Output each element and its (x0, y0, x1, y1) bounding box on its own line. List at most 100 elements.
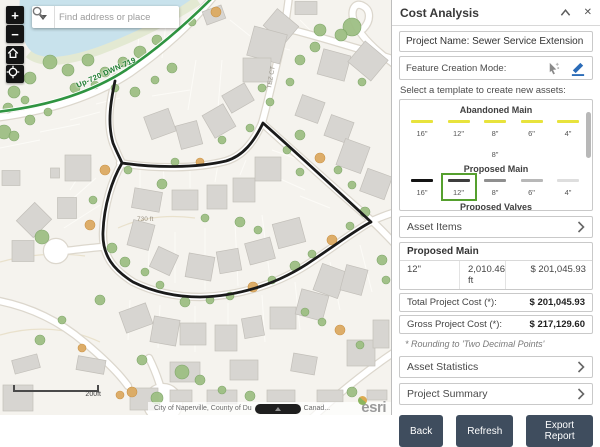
template-item[interactable]: 8" (481, 139, 509, 159)
asset-size: 12" (400, 261, 460, 289)
tree (218, 386, 226, 394)
panel-header: Cost Analysis ✕ (392, 0, 600, 26)
feature-mode-label: Feature Creation Mode: (406, 63, 506, 74)
tree (335, 29, 347, 41)
house-footprint (270, 307, 296, 329)
results-group-header: Proposed Main (400, 243, 592, 261)
tree (9, 131, 19, 141)
house-footprint (215, 325, 237, 351)
tree (24, 72, 36, 84)
house-footprint (340, 265, 368, 296)
house-footprint (180, 323, 206, 345)
tree (116, 391, 124, 399)
house-footprint (216, 248, 241, 273)
template-swatch (448, 120, 470, 123)
tree (245, 391, 255, 401)
asset-length: 2,010.46 ft (460, 261, 506, 289)
template-label: 4" (554, 129, 582, 138)
template-swatch (411, 120, 433, 123)
house-footprint (12, 354, 41, 374)
scrollbar-thumb[interactable] (586, 112, 591, 158)
house-footprint (241, 315, 264, 338)
results-table: Proposed Main 12" 2,010.46 ft $ 201,045.… (399, 242, 593, 290)
attribution-widget[interactable] (255, 404, 301, 414)
accordion-project-summary[interactable]: Project Summary (399, 383, 593, 405)
zoom-in-button[interactable]: + (6, 6, 24, 24)
tree (301, 308, 309, 316)
project-name: Project Name: Sewer Service Extension (399, 31, 593, 52)
export-report-button[interactable]: Export Report (526, 415, 593, 447)
tree (35, 230, 49, 244)
template-item[interactable]: 16" (408, 177, 436, 197)
search-widget (32, 6, 179, 28)
map-canvas[interactable]: Up-720 DWN-719 TEZ CT 730 ft 200ft City … (0, 0, 391, 415)
accordion-label: Asset Statistics (407, 361, 478, 373)
tree (254, 226, 262, 234)
template-gallery: Abandoned Main16"12"8"6"4"8"Proposed Mai… (399, 99, 593, 211)
total-project-cost-row: Total Project Cost (*): $ 201,045.93 (399, 293, 593, 312)
accordion-asset-statistics[interactable]: Asset Statistics (399, 356, 593, 378)
gross-project-cost-row: Gross Project Cost (*): $ 217,129.60 (399, 315, 593, 334)
template-item[interactable]: 8" (481, 177, 509, 197)
accordion-asset-items[interactable]: Asset Items (399, 216, 593, 238)
template-item-selected[interactable]: 12" (445, 177, 473, 197)
total-cost-label: Total Project Cost (*): (407, 297, 497, 308)
tree (211, 7, 221, 17)
template-label: 16" (408, 188, 436, 197)
template-item[interactable]: 12" (445, 118, 473, 138)
tree (308, 250, 316, 258)
template-swatch (484, 179, 506, 182)
collapse-icon[interactable] (560, 8, 571, 17)
house-footprint (207, 185, 227, 209)
zoom-out-button[interactable]: − (6, 25, 24, 43)
template-swatch (557, 120, 579, 123)
tree (180, 297, 190, 307)
tree (348, 181, 356, 189)
tree (44, 108, 52, 116)
tree (8, 86, 20, 98)
draw-mode-icon[interactable] (570, 60, 586, 76)
panel-body: Project Name: Sewer Service Extension Fe… (392, 26, 600, 447)
basemap (0, 0, 391, 415)
search-input[interactable] (55, 12, 172, 23)
feature-creation-mode-row: Feature Creation Mode: (399, 56, 593, 80)
chevron-right-icon (577, 361, 585, 373)
tree (235, 217, 245, 227)
back-button[interactable]: Back (399, 415, 443, 447)
attribution-text-left: City of Naperville, County of Du (154, 405, 252, 412)
house-footprint (272, 217, 306, 248)
chevron-right-icon (577, 388, 585, 400)
house-footprint (150, 316, 180, 346)
template-item[interactable]: 8" (481, 118, 509, 138)
house-footprint (131, 188, 162, 213)
tree (157, 179, 167, 189)
tree (377, 255, 387, 265)
select-template-label: Select a template to create new assets: (400, 85, 592, 96)
locate-button[interactable] (6, 65, 24, 83)
template-item[interactable]: 16" (408, 118, 436, 138)
template-group-heading: Proposed Valves (400, 202, 592, 211)
tree (334, 166, 342, 174)
template-item[interactable]: 6" (518, 177, 546, 197)
tree (120, 257, 130, 267)
template-label: 12" (445, 188, 473, 197)
house-footprint (245, 237, 276, 265)
tree (78, 344, 86, 352)
close-icon[interactable]: ✕ (584, 7, 592, 18)
template-item[interactable]: 4" (554, 118, 582, 138)
refresh-button[interactable]: Refresh (456, 415, 513, 447)
tree (195, 375, 205, 385)
home-button[interactable] (6, 46, 24, 64)
house-footprint (127, 220, 155, 251)
tree (315, 153, 325, 163)
tree (295, 55, 305, 65)
tree (346, 222, 354, 230)
locate-icon (6, 65, 20, 79)
gross-cost-value: $ 217,129.60 (530, 319, 585, 330)
smart-mode-icon[interactable] (546, 61, 561, 76)
template-item[interactable]: 4" (554, 177, 582, 197)
template-item[interactable]: 6" (518, 118, 546, 138)
house-footprint (295, 95, 325, 124)
template-label: 8" (481, 188, 509, 197)
tree (21, 96, 29, 104)
